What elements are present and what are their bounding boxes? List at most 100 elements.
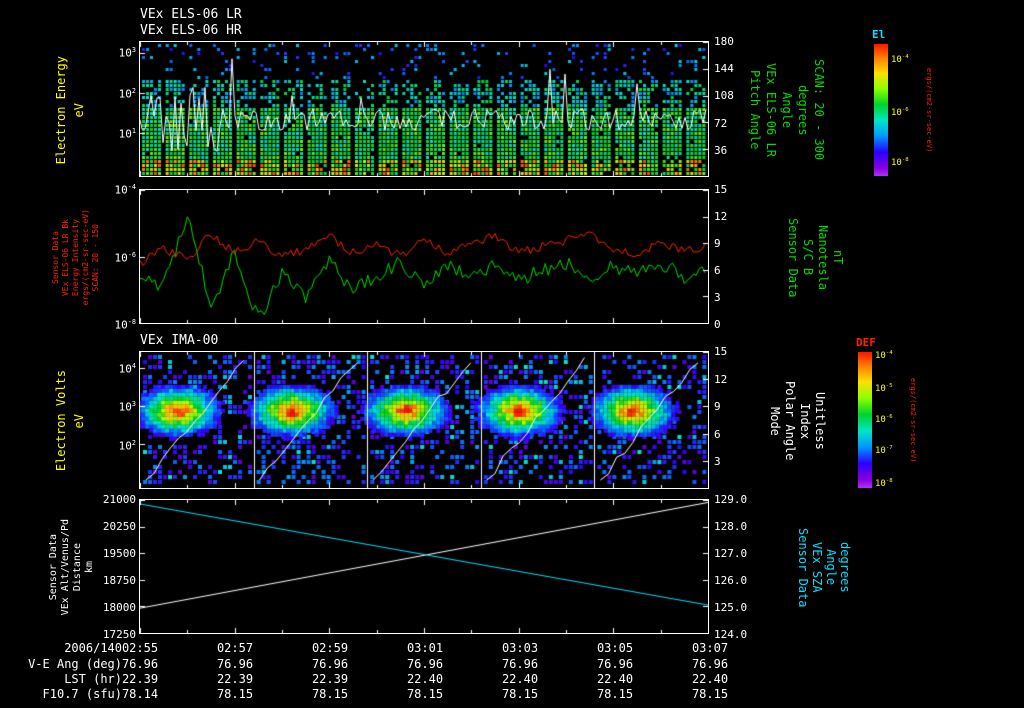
time-tick-label: 02:55 <box>121 641 159 655</box>
intensity-lines-plot-area <box>139 189 709 324</box>
value-cell: 22.40 <box>406 672 444 686</box>
value-cell: 76.96 <box>406 657 444 671</box>
time-tick-label: 03:05 <box>596 641 634 655</box>
rotated-axis-label: degrees <box>838 542 852 593</box>
rotated-axis-label: Angle <box>780 91 794 129</box>
rotated-axis-label: Index <box>798 402 812 440</box>
rotated-axis-label: degrees <box>796 84 810 136</box>
intensity-lines-canvas <box>140 190 708 323</box>
value-cell: 76.96 <box>121 657 159 671</box>
exponent: -6 <box>885 414 893 420</box>
ima-spectrogram-right-axis-title: Polar Angle <box>783 352 797 490</box>
ephemeris-lines-right-axis-title: degrees <box>838 500 852 635</box>
rotated-axis-label: Unitless <box>813 392 827 450</box>
ima-colorbar-title: DEF <box>856 336 876 349</box>
els-spectrogram-right-axis-title: degrees <box>796 42 810 178</box>
rotated-axis-label: Pitch Angle <box>748 70 762 150</box>
time-tick-label: 03:03 <box>501 641 539 655</box>
intensity-lines-right-tick-label: 9 <box>714 237 721 250</box>
rotated-axis-label: Sensor Data <box>47 534 59 601</box>
ima-spectrogram-canvas <box>140 352 708 488</box>
value-cell: 22.39 <box>311 672 349 686</box>
panel-els-title-line2: VEx ELS-06 HR <box>140 23 242 38</box>
intensity-lines-right-tick-label: 0 <box>714 318 721 331</box>
ephemeris-lines-canvas <box>140 500 708 633</box>
ima-colorbar-tick-label: 10-8 <box>875 477 893 489</box>
ima-spectrogram-left-axis-title: Electron Volts <box>54 352 68 490</box>
ima-spectrogram-right-axis-title: Index <box>798 352 812 490</box>
ephemeris-lines-right-axis-title: Angle <box>824 500 838 635</box>
els-colorbar-tick-label: 10-8 <box>891 156 909 168</box>
ima-colorbar-unit-label: ergs/(cm2-sr-sec-eV) <box>906 352 920 488</box>
ephemeris-lines-right-tick-label: 129.0 <box>714 493 748 506</box>
rotated-axis-label: Distance <box>71 543 83 592</box>
els-spectrogram-right-axis-title: SCAN: 20 - 300 <box>812 42 826 178</box>
rotated-axis-label: Sensor Data <box>786 217 800 298</box>
ima-spectrogram-left-axis-title: eV <box>72 352 86 490</box>
exponent: 1 <box>131 127 136 136</box>
panel-els-title-line1: VEx ELS-06 LR <box>140 7 242 22</box>
els-colorbar-tick-label: 10-4 <box>891 53 909 65</box>
exponent: -8 <box>885 477 893 484</box>
ephemeris-lines-right-tick-label: 125.0 <box>714 601 748 614</box>
value-cell: 76.96 <box>216 657 254 671</box>
time-tick-label: 03:01 <box>406 641 444 655</box>
ima-colorbar <box>858 352 872 488</box>
value-cell: 78.15 <box>406 687 444 701</box>
exponent: 2 <box>131 438 136 447</box>
colorbar-unit-text: ergs/(cm2-sr-sec-eV) <box>925 67 933 153</box>
ima-spectrogram-right-tick-label: 6 <box>714 427 721 441</box>
els-colorbar-unit-label: ergs/(cm2-sr-sec-eV) <box>922 44 936 176</box>
rotated-axis-label: Electron Volts <box>54 370 68 472</box>
rotated-axis-label: eV <box>72 102 86 118</box>
intensity-lines-right-axis-title: Sensor Data <box>786 190 800 325</box>
exponent: -6 <box>901 106 909 113</box>
panel-ima-title: VEx IMA-00 <box>140 333 219 348</box>
els-spectrogram-plot-area <box>139 41 709 177</box>
ima-spectrogram-plot-area <box>139 351 709 489</box>
row-label-lst-hr-: LST (hr) <box>64 672 122 686</box>
els-spectrogram-right-axis-title: Angle <box>780 42 794 178</box>
exponent: -8 <box>901 156 909 163</box>
time-tick-label: 02:57 <box>216 641 254 655</box>
intensity-lines-right-axis-title: Nanotesla <box>816 190 830 325</box>
time-tick-label: 03:07 <box>691 641 729 655</box>
value-cell: 22.39 <box>121 672 159 686</box>
rotated-axis-label: nT <box>831 250 845 265</box>
value-cell: 76.96 <box>501 657 539 671</box>
value-cell: 78.15 <box>216 687 254 701</box>
rotated-axis-label: VEx SZA <box>810 542 824 593</box>
value-cell: 22.40 <box>501 672 539 686</box>
els-colorbar-tick-label: 10-6 <box>891 106 909 118</box>
ephemeris-lines-right-axis-title: VEx SZA <box>810 500 824 635</box>
value-cell: 76.96 <box>311 657 349 671</box>
els-spectrogram-canvas <box>140 42 708 176</box>
value-cell: 78.15 <box>311 687 349 701</box>
exponent: 2 <box>131 86 136 95</box>
value-cell: 22.40 <box>596 672 634 686</box>
value-cell: 78.15 <box>596 687 634 701</box>
ephemeris-lines-plot-area <box>139 499 709 634</box>
value-cell: 76.96 <box>596 657 634 671</box>
exponent: -4 <box>127 183 136 191</box>
rotated-axis-label: Mode <box>768 406 782 436</box>
intensity-lines-right-axis-title: nT <box>831 190 845 325</box>
ima-colorbar-tick-label: 10-4 <box>875 350 893 362</box>
els-colorbar-title: El <box>872 28 886 41</box>
rotated-axis-label: eV <box>72 413 86 429</box>
rotated-axis-label: Nanotesla <box>816 224 830 291</box>
intensity-lines-left-axis-title: SCAN: 20 - 150 <box>88 190 102 325</box>
ima-spectrogram-right-tick-label: 15 <box>714 345 728 358</box>
ima-spectrogram-right-tick-label: 12 <box>714 372 728 386</box>
rotated-axis-label: Angle <box>824 549 838 586</box>
rotated-axis-label: VEx Alt/Venus/Pd <box>59 519 71 616</box>
row-label-f10-7-sfu-: F10.7 (sfu) <box>42 687 122 701</box>
ima-spectrogram-right-tick-label: 9 <box>714 400 721 414</box>
row-label-v-e-ang-deg-: V-E Ang (deg) <box>28 657 122 671</box>
rotated-axis-label: km <box>83 561 95 574</box>
rotated-axis-label: Polar Angle <box>783 381 797 461</box>
value-cell: 78.15 <box>501 687 539 701</box>
time-tick-label: 02:59 <box>311 641 349 655</box>
rotated-axis-label: S/C B <box>801 239 815 276</box>
rotated-axis-label: VEx ELS-06 LR <box>764 63 778 157</box>
